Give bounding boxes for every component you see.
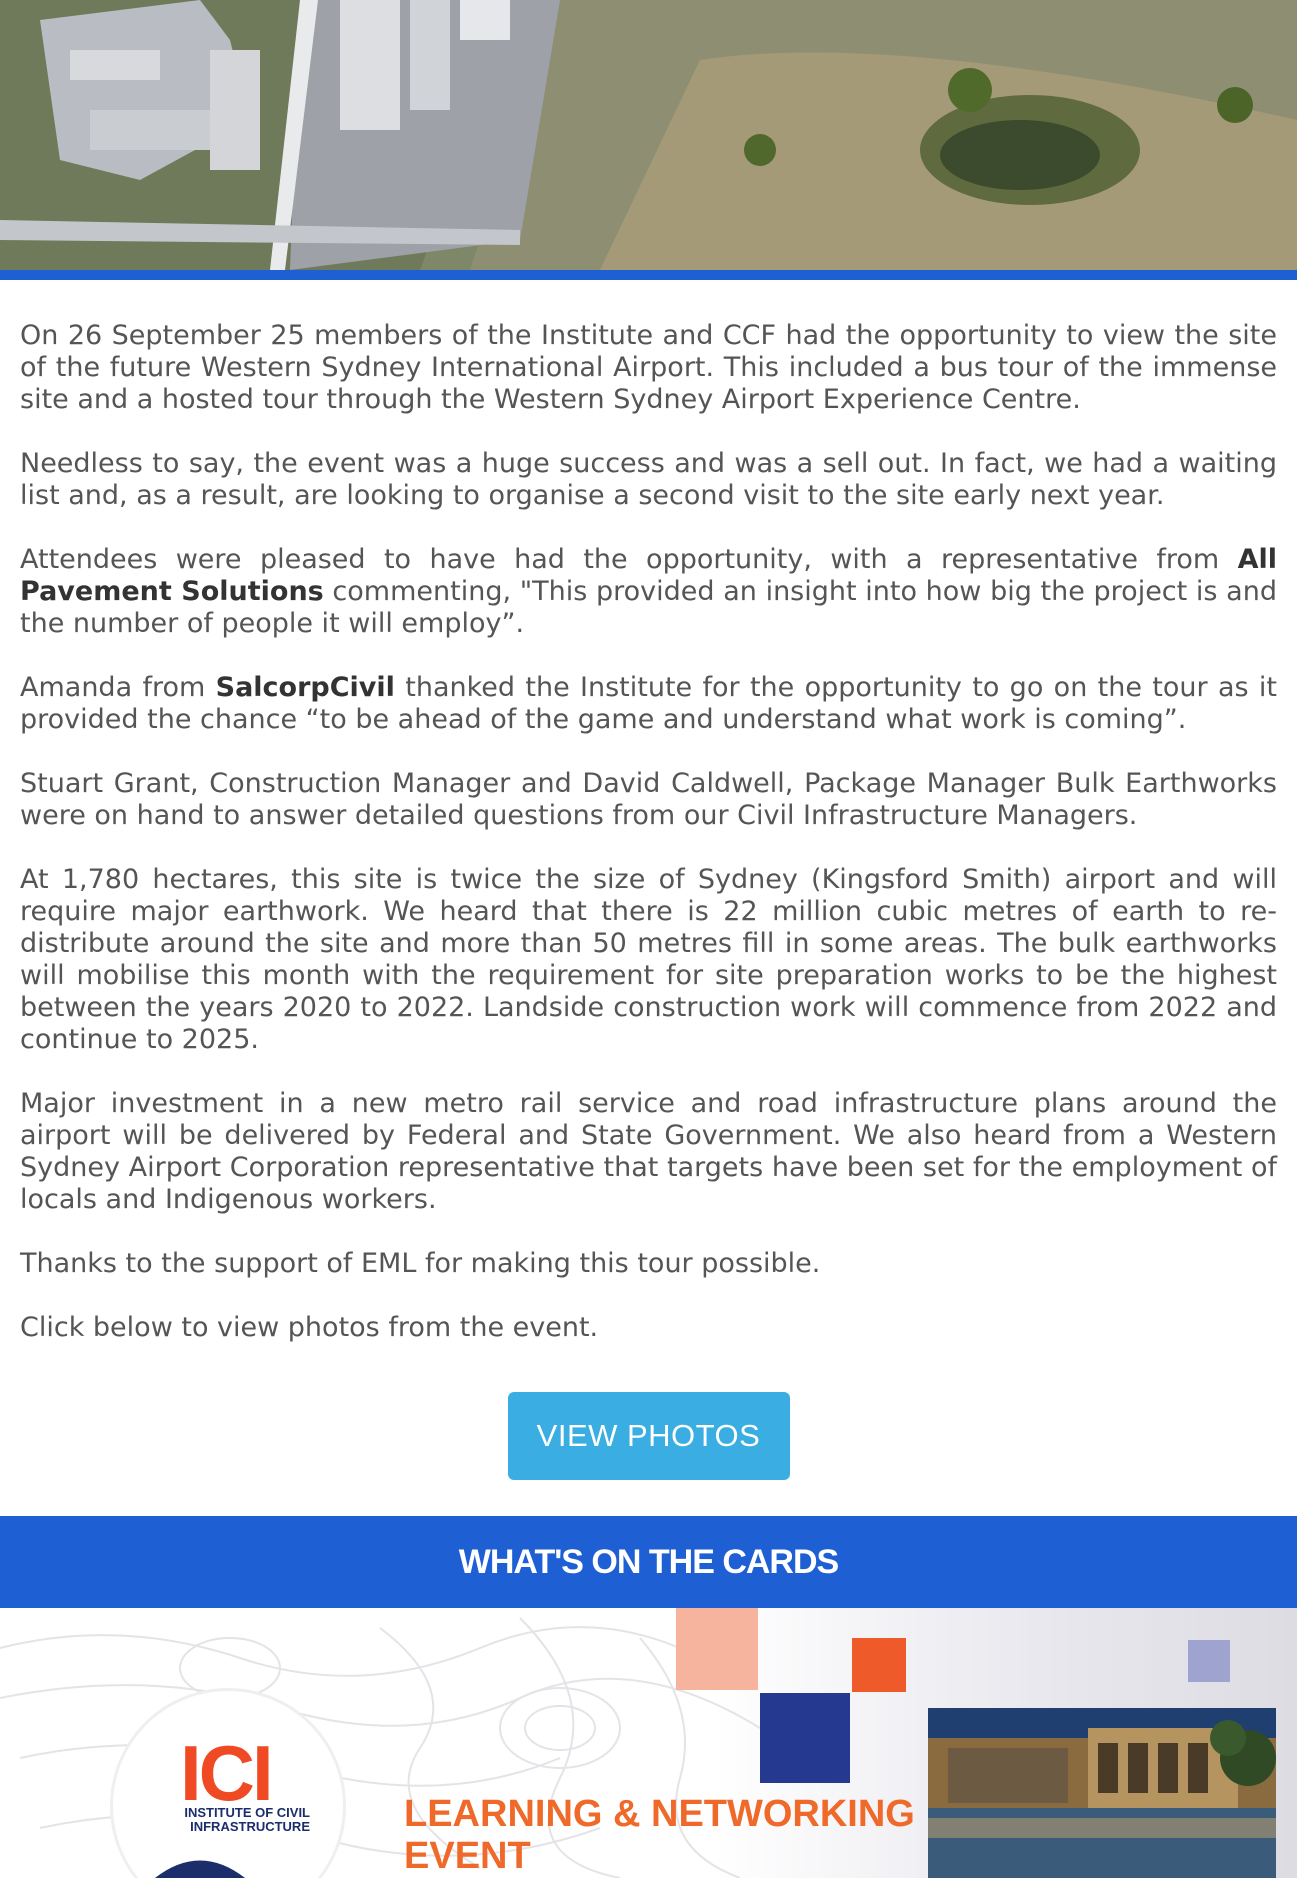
article-paragraph: At 1,780 hectares, this site is twice th…	[20, 864, 1277, 1055]
airport-aerial-illustration	[0, 0, 1297, 270]
event-banner[interactable]: ICI INSTITUTE OF CIVIL INFRASTRUCTURE LE…	[0, 1608, 1297, 1878]
hero-image	[0, 0, 1297, 270]
article-paragraph: Attendees were pleased to have had the o…	[20, 544, 1277, 640]
gear-icon	[155, 1860, 245, 1878]
article-paragraph: On 26 September 25 members of the Instit…	[20, 320, 1277, 415]
article-body: On 26 September 25 members of the Instit…	[0, 280, 1297, 1344]
article-paragraph: Amanda from SalcorpCivil thanked the Ins…	[20, 672, 1277, 736]
section-heading: WHAT'S ON THE CARDS	[0, 1516, 1297, 1608]
company-name: SalcorpCivil	[215, 672, 395, 703]
article-paragraph: Click below to view photos from the even…	[20, 1312, 599, 1343]
decor-square	[1188, 1640, 1230, 1682]
hero-divider	[0, 270, 1297, 280]
ici-logo-subtitle: INSTITUTE OF CIVIL INFRASTRUCTURE	[184, 1805, 310, 1834]
view-photos-button[interactable]: VIEW PHOTOS	[507, 1392, 790, 1480]
article-paragraph: Major investment in a new metro rail ser…	[20, 1088, 1277, 1215]
venue-photo	[928, 1708, 1276, 1878]
article-paragraph: Needless to say, the event was a huge su…	[20, 448, 1277, 511]
decor-square	[676, 1608, 758, 1690]
event-title: LEARNING & NETWORKING EVENT	[404, 1793, 915, 1877]
building-photo-illustration	[928, 1708, 1276, 1878]
button-container: VIEW PHOTOS	[0, 1376, 1297, 1502]
decor-square	[760, 1693, 850, 1783]
decor-square	[852, 1638, 906, 1692]
article-paragraph: Thanks to the support of EML for making …	[20, 1248, 821, 1279]
paragraph-text: Amanda from	[20, 672, 216, 703]
article-paragraph: Stuart Grant, Construction Manager and D…	[20, 768, 1277, 831]
ici-logo: ICI	[180, 1729, 274, 1817]
paragraph-text: Attendees were pleased to have had the o…	[20, 544, 1238, 575]
